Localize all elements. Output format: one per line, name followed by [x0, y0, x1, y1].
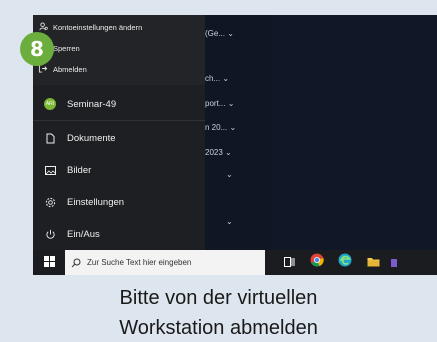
windows-logo-icon	[43, 254, 55, 272]
start-item-pictures[interactable]: Bilder	[33, 157, 205, 183]
desktop-item[interactable]: n 20... ⌄	[205, 123, 236, 132]
chevron-down-icon: ⌄	[227, 99, 235, 108]
desktop-item[interactable]: port... ⌄	[205, 99, 234, 108]
start-button[interactable]	[33, 250, 65, 275]
edge-icon	[338, 253, 352, 272]
start-item-label: Bilder	[67, 164, 92, 176]
divider	[33, 120, 205, 121]
chevron-down-icon: ⌄	[227, 29, 234, 38]
search-icon	[65, 258, 87, 268]
start-item-label: Ein/Aus	[67, 228, 100, 240]
menu-item-label: Kontoeinstellungen ändern	[53, 22, 143, 32]
gear-icon	[33, 197, 67, 208]
menu-item-label: Abmelden	[53, 64, 87, 74]
taskbar-search-input[interactable]: Zur Suche Text hier eingeben	[65, 250, 265, 275]
avatar: ARI	[44, 98, 56, 110]
caption-line: Workstation abmelden	[119, 317, 318, 339]
start-item-label: Einstellungen	[67, 196, 125, 208]
chrome-button[interactable]	[303, 250, 331, 275]
account-settings-icon	[33, 21, 53, 33]
start-item-documents[interactable]: Dokumente	[33, 125, 205, 151]
search-placeholder: Zur Suche Text hier eingeben	[87, 258, 192, 267]
desktop-item[interactable]: (Ge... ⌄	[205, 29, 234, 38]
chevron-down-icon[interactable]: ⌄	[226, 170, 233, 179]
desktop-item[interactable]: ch... ⌄	[205, 74, 229, 83]
power-icon	[33, 229, 67, 240]
file-explorer-button[interactable]	[359, 250, 387, 275]
task-view-button[interactable]	[275, 250, 303, 275]
chevron-down-icon: ⌄	[222, 74, 230, 83]
chrome-icon	[310, 253, 324, 272]
menu-item-sign-out[interactable]: Abmelden	[33, 59, 205, 79]
folder-icon	[367, 254, 380, 272]
start-item-power[interactable]: Ein/Aus	[33, 221, 205, 247]
chevron-down-icon[interactable]: ⌄	[226, 217, 233, 226]
pictures-icon	[33, 165, 67, 175]
step-number-badge: 8	[20, 32, 54, 66]
start-item-label: Dokumente	[67, 132, 116, 144]
start-menu: Kontoeinstellungen ändern Sperren Abmeld…	[33, 15, 205, 250]
user-account-button[interactable]: ARI Seminar-49	[33, 91, 205, 117]
document-icon	[33, 133, 67, 144]
menu-item-label: Sperren	[53, 43, 80, 53]
start-item-settings[interactable]: Einstellungen	[33, 189, 205, 215]
taskbar-app-button[interactable]	[387, 250, 401, 275]
menu-item-account-settings[interactable]: Kontoeinstellungen ändern	[33, 17, 205, 37]
instruction-caption: Bitte von der virtuellen Workstation abm…	[0, 283, 437, 342]
menu-item-lock[interactable]: Sperren	[33, 38, 205, 58]
app-icon	[391, 254, 397, 272]
chevron-down-icon: ⌄	[229, 123, 237, 132]
edge-button[interactable]	[331, 250, 359, 275]
screenshot-area: (Ge... ⌄ ch... ⌄ port... ⌄ n 20... ⌄ 202…	[33, 15, 437, 275]
user-name: Seminar-49	[67, 98, 117, 110]
chevron-down-icon: ⌄	[225, 148, 232, 157]
caption-line: Bitte von der virtuellen	[119, 287, 318, 309]
desktop-item[interactable]: 2023 ⌄	[205, 148, 232, 157]
account-submenu: Kontoeinstellungen ändern Sperren Abmeld…	[33, 15, 205, 85]
task-view-icon	[283, 254, 295, 272]
taskbar: Zur Suche Text hier eingeben	[33, 250, 437, 275]
